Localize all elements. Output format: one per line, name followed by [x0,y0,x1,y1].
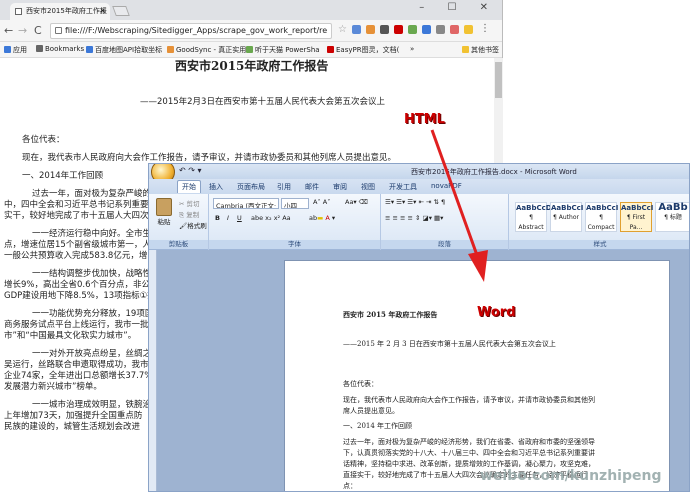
html-label: HTML [404,112,445,127]
arrow-icon [430,129,488,282]
word-label: Word [477,305,516,320]
annotation-layer [430,129,488,282]
watermark: weibo.com/kunzhipeng [480,468,662,484]
